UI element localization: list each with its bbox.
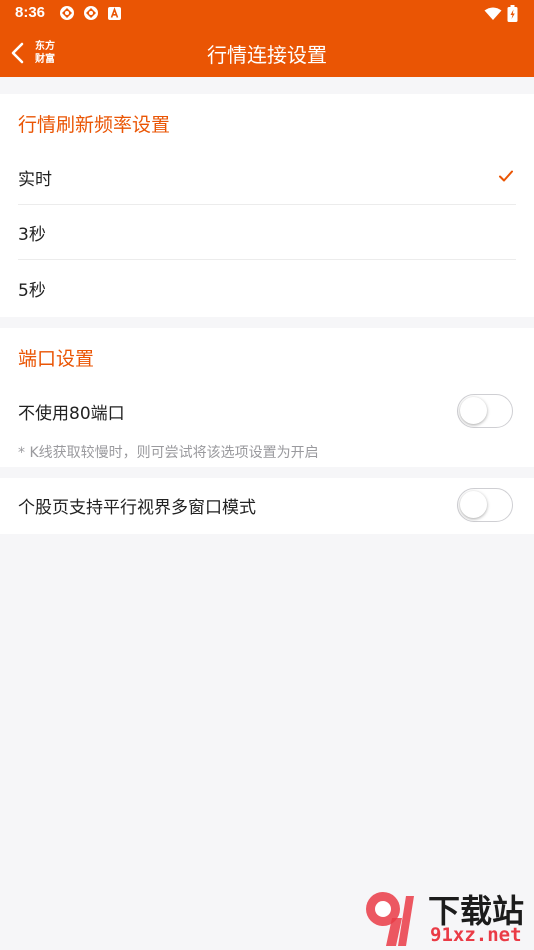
- toggle-label: 个股页支持平行视界多窗口模式: [18, 498, 256, 518]
- status-time: 8:36: [15, 4, 46, 21]
- page-title: 行情连接设置: [207, 43, 327, 67]
- no-port-80-row: 不使用80端口: [0, 384, 534, 439]
- toggle-knob: [460, 491, 487, 518]
- status-bar: 8:36: [0, 0, 534, 28]
- refresh-option-realtime[interactable]: 实时: [0, 150, 534, 205]
- port-hint-text: * K线获取较慢时，则可尝试将该选项设置为开启: [18, 445, 319, 461]
- app-notification-icon: [60, 6, 74, 20]
- option-label: 3秒: [18, 225, 46, 245]
- top-bar: 8:36 东方财富 行情连接设置: [0, 0, 534, 77]
- multiwindow-section: 个股页支持平行视界多窗口模式: [0, 478, 534, 534]
- refresh-option-5s[interactable]: 5秒: [0, 261, 534, 316]
- toggle-label: 不使用80端口: [18, 404, 125, 424]
- refresh-frequency-section: 行情刷新频率设置 实时 3秒 5秒: [0, 94, 534, 317]
- toggle-knob: [460, 397, 487, 424]
- battery-icon: [507, 5, 518, 22]
- watermark-en-text: 91xz.net: [430, 924, 522, 946]
- multiwindow-row: 个股页支持平行视界多窗口模式: [0, 478, 534, 533]
- watermark-logo-icon: [366, 892, 414, 946]
- refresh-option-3s[interactable]: 3秒: [0, 205, 534, 260]
- a-letter-icon: [108, 7, 121, 20]
- checkmark-icon: [499, 170, 513, 182]
- app-notification-icon: [84, 6, 98, 20]
- section-title-port: 端口设置: [18, 348, 95, 370]
- site-watermark: 下载站 91xz.net: [362, 886, 534, 950]
- divider: [18, 259, 516, 260]
- wifi-icon: [484, 7, 502, 20]
- navigation-bar: 东方财富 行情连接设置: [0, 28, 534, 77]
- port-settings-section: 端口设置 不使用80端口 * K线获取较慢时，则可尝试将该选项设置为开启: [0, 328, 534, 467]
- no-port-80-toggle[interactable]: [457, 394, 513, 428]
- option-label: 实时: [18, 170, 52, 190]
- multiwindow-toggle[interactable]: [457, 488, 513, 522]
- option-label: 5秒: [18, 281, 46, 301]
- section-title-refresh: 行情刷新频率设置: [18, 114, 171, 136]
